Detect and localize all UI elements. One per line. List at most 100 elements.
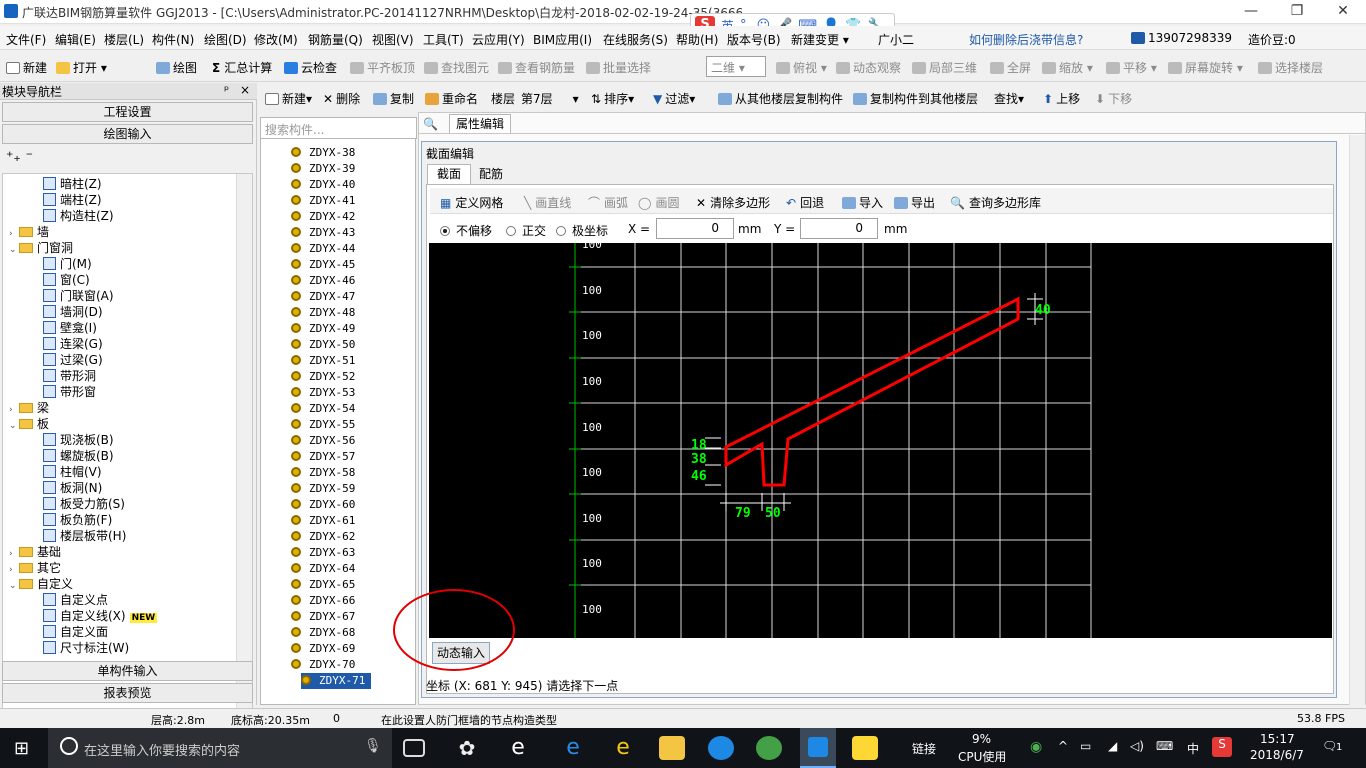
minimize-icon[interactable]: —	[1228, 0, 1274, 24]
notification-icon[interactable]: 🗨	[1322, 739, 1337, 753]
local-3d-button[interactable]: 局部三维	[912, 59, 977, 76]
undo-button[interactable]: ↶ 回退	[786, 194, 824, 211]
notes-icon[interactable]	[852, 736, 878, 760]
keyboard-icon[interactable]: ⌨	[1156, 739, 1173, 753]
component-item[interactable]: ZDYX-55	[291, 417, 355, 433]
search-icon[interactable]: 🔍	[423, 117, 438, 131]
component-item[interactable]: ZDYX-61	[291, 513, 355, 529]
tree-item[interactable]: ⌄ 自定义	[9, 576, 73, 592]
expand-toggle-icon[interactable]: ⌄	[9, 578, 19, 594]
tree-item[interactable]: › 其它	[9, 560, 61, 576]
x-input[interactable]: 0	[656, 218, 734, 239]
menu-modify[interactable]: 修改(M)	[254, 31, 298, 48]
copy-button[interactable]: 复制	[373, 90, 414, 107]
tree-item[interactable]: 尺寸标注(W)	[43, 640, 129, 656]
clear-polygon-button[interactable]: ✕ 清除多边形	[696, 194, 770, 211]
tree-item[interactable]: 自定义面	[43, 624, 108, 640]
align-top-button[interactable]: 平齐板顶	[350, 59, 415, 76]
tree-item[interactable]: 楼层板带(H)	[43, 528, 126, 544]
account-phone[interactable]: 13907298339	[1131, 31, 1232, 45]
component-item[interactable]: ZDYX-49	[291, 321, 355, 337]
batch-select-button[interactable]: 批量选择	[586, 59, 651, 76]
component-item[interactable]: ZDYX-70	[291, 657, 355, 673]
tree-item[interactable]: 暗柱(Z)	[43, 176, 102, 192]
new-button[interactable]: 新建	[6, 59, 47, 76]
fullscreen-button[interactable]: 全屏	[990, 59, 1031, 76]
component-item[interactable]: ZDYX-52	[291, 369, 355, 385]
tree-item[interactable]: › 梁	[9, 400, 49, 416]
draw-input-button[interactable]: 绘图输入	[2, 124, 253, 144]
single-input-button[interactable]: 单构件输入	[2, 661, 253, 681]
taskbar-search[interactable]: 在这里输入你要搜索的内容 🎙	[48, 728, 392, 768]
edge-icon[interactable]: e	[560, 736, 586, 760]
ime-lang-indicator[interactable]: 中	[1187, 740, 1199, 757]
view-rebar-button[interactable]: 查看钢筋量	[498, 59, 575, 76]
tree-item[interactable]: ⌄ 板	[9, 416, 49, 432]
export-button[interactable]: 导出	[894, 194, 935, 211]
pan-button[interactable]: 平移 ▾	[1106, 59, 1157, 76]
component-item[interactable]: ZDYX-64	[291, 561, 355, 577]
comp-new-button[interactable]: 新建▾	[265, 90, 312, 107]
menu-rebar[interactable]: 钢筋量(Q)	[308, 31, 363, 48]
browser-360-icon[interactable]	[756, 736, 782, 760]
component-item[interactable]: ZDYX-58	[291, 465, 355, 481]
filter-button[interactable]: ▼ 过滤▾	[653, 90, 695, 107]
open-button[interactable]: 打开 ▾	[56, 59, 107, 76]
volume-icon[interactable]: ◁)	[1130, 739, 1144, 753]
component-item[interactable]: ZDYX-63	[291, 545, 355, 561]
project-settings-button[interactable]: 工程设置	[2, 102, 253, 122]
find-button[interactable]: 查找▾	[994, 90, 1024, 107]
component-item[interactable]: ZDYX-39	[291, 161, 355, 177]
cloud-check-button[interactable]: 云检查	[284, 59, 337, 76]
component-item[interactable]: ZDYX-57	[291, 449, 355, 465]
tree-item[interactable]: 窗(C)	[43, 272, 90, 288]
menu-draw[interactable]: 绘图(D)	[204, 31, 247, 48]
active-app-icon[interactable]	[800, 728, 836, 768]
component-item[interactable]: ZDYX-54	[291, 401, 355, 417]
component-item[interactable]: ZDYX-48	[291, 305, 355, 321]
tree-item[interactable]: 螺旋板(B)	[43, 448, 114, 464]
network-icon[interactable]: ◢	[1108, 739, 1117, 753]
tree-item[interactable]: 带形洞	[43, 368, 96, 384]
clock-time[interactable]: 15:17	[1260, 732, 1295, 746]
radio-ortho[interactable]: 正交	[506, 222, 546, 239]
draw-line-button[interactable]: ╲ 画直线	[524, 194, 571, 211]
radio-polar[interactable]: 极坐标	[556, 222, 608, 239]
tree-item[interactable]: 带形窗	[43, 384, 96, 400]
tab-property-edit[interactable]: 属性编辑	[449, 114, 511, 134]
tree-item[interactable]: 连梁(G)	[43, 336, 103, 352]
menu-cloud[interactable]: 云应用(Y)	[472, 31, 525, 48]
tree-item[interactable]: › 基础	[9, 544, 61, 560]
close-panel-icon[interactable]: ×	[240, 83, 250, 97]
menu-floor[interactable]: 楼层(L)	[104, 31, 144, 48]
menu-component[interactable]: 构件(N)	[152, 31, 194, 48]
task-view-icon[interactable]	[403, 739, 425, 757]
draw-button[interactable]: 绘图	[156, 59, 197, 76]
pin-icon[interactable]: ᵖ	[224, 83, 229, 97]
y-input[interactable]: 0	[800, 218, 878, 239]
view-mode-combo[interactable]: 二维 ▾	[706, 56, 766, 77]
copy-to-floor-button[interactable]: 复制构件到其他楼层	[853, 90, 978, 107]
top-view-button[interactable]: 俯视 ▾	[776, 59, 827, 76]
expand-all-icon[interactable]: ⁺₊ ⁻	[6, 149, 33, 165]
expand-toggle-icon[interactable]: ⌄	[9, 242, 19, 258]
copy-from-floor-button[interactable]: 从其他楼层复制构件	[718, 90, 843, 107]
rotate-button[interactable]: 屏幕旋转 ▾	[1168, 59, 1243, 76]
menu-new-change[interactable]: 新建变更 ▾	[791, 31, 849, 48]
mic-icon[interactable]: 🎙	[364, 738, 382, 754]
glodon-icon[interactable]	[708, 736, 734, 760]
chevron-up-icon[interactable]: ^	[1058, 739, 1068, 753]
tree-item[interactable]: 墙洞(D)	[43, 304, 103, 320]
component-item[interactable]: ZDYX-51	[291, 353, 355, 369]
tree-item[interactable]: 柱帽(V)	[43, 464, 102, 480]
component-item[interactable]: ZDYX-45	[291, 257, 355, 273]
menu-online[interactable]: 在线服务(S)	[603, 31, 668, 48]
tree-item[interactable]: › 墙	[9, 224, 49, 240]
component-item[interactable]: ZDYX-50	[291, 337, 355, 353]
find-elem-button[interactable]: 查找图元	[424, 59, 489, 76]
ie-icon[interactable]: e	[505, 736, 531, 760]
menu-bim[interactable]: BIM应用(I)	[533, 31, 592, 48]
component-item[interactable]: ZDYX-38	[291, 145, 355, 161]
delete-button[interactable]: ✕ 删除	[323, 90, 360, 107]
query-polygon-button[interactable]: 🔍 查询多边形库	[950, 194, 1041, 211]
